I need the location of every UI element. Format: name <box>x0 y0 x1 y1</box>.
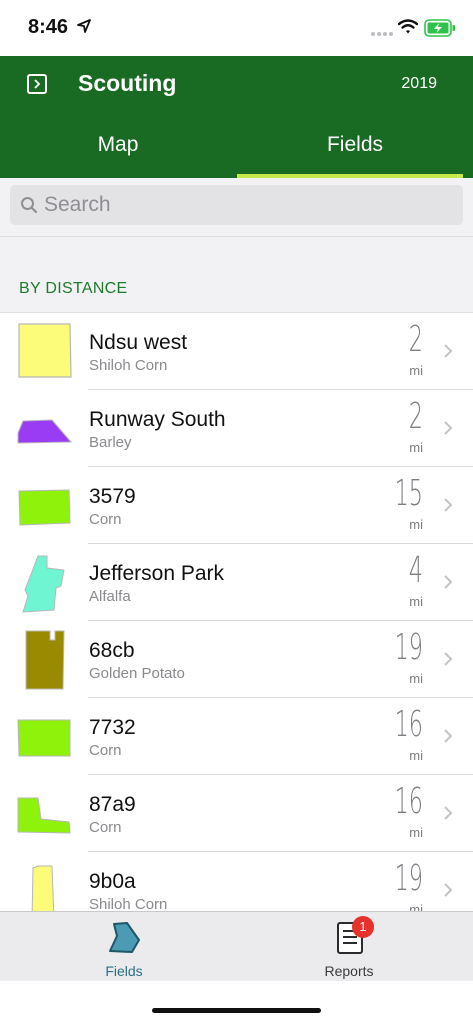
field-distance-unit: mi <box>409 363 423 378</box>
home-indicator[interactable] <box>152 1008 321 1013</box>
bottom-tab-bar: Fields 1 Reports <box>0 911 473 982</box>
signal-dots-icon <box>371 32 393 36</box>
field-distance: 2 <box>408 319 423 360</box>
app-header: Scouting 2019 Map Fields <box>0 56 473 178</box>
status-bar: 8:46 <box>0 0 473 56</box>
field-crop: Barley <box>89 434 132 451</box>
chevron-right-icon <box>444 575 453 589</box>
field-boundary-thumbnail <box>17 719 71 757</box>
chevron-right-icon <box>444 729 453 743</box>
field-distance-unit: mi <box>409 440 423 455</box>
sidebar-toggle-icon <box>34 79 41 89</box>
chevron-right-icon <box>444 421 453 435</box>
field-boundary-thumbnail <box>18 489 71 526</box>
field-name: 9b0a <box>89 870 136 893</box>
section-header: BY DISTANCE <box>0 237 473 313</box>
fields-tab-icon <box>109 922 140 953</box>
field-name: 68cb <box>89 639 135 662</box>
search-bar <box>0 178 473 237</box>
chevron-right-icon <box>444 498 453 512</box>
tab-bar-reports-label: Reports <box>324 963 374 979</box>
wifi-icon <box>398 19 418 34</box>
field-crop: Alfalfa <box>89 588 131 605</box>
field-distance: 16 <box>394 781 423 822</box>
field-boundary-thumbnail <box>31 865 55 911</box>
field-list: Ndsu west Shiloh Corn 2 mi Runway South … <box>0 313 473 911</box>
search-box[interactable] <box>10 185 463 225</box>
field-shape-5 <box>17 719 71 757</box>
field-boundary-thumbnail <box>17 419 73 444</box>
field-shape-0 <box>18 323 72 378</box>
year-selector[interactable]: 2019 <box>401 75 437 93</box>
field-distance: 2 <box>408 396 423 437</box>
list-item[interactable]: Runway South Barley 2 mi <box>0 390 473 467</box>
chevron-right-icon <box>444 344 453 358</box>
field-name: 3579 <box>89 485 136 508</box>
field-distance-unit: mi <box>409 902 423 911</box>
chevron-right-icon <box>444 806 453 820</box>
field-crop: Corn <box>89 742 122 759</box>
chevron-right-icon <box>444 652 453 666</box>
field-boundary-thumbnail <box>25 630 65 690</box>
field-boundary-thumbnail <box>17 797 71 834</box>
field-crop: Shiloh Corn <box>89 896 168 911</box>
home-indicator-area <box>0 981 473 1024</box>
field-distance: 19 <box>394 627 423 668</box>
list-item[interactable]: 3579 Corn 15 mi <box>0 467 473 544</box>
field-distance-unit: mi <box>409 825 423 840</box>
list-item[interactable]: 87a9 Corn 16 mi <box>0 775 473 852</box>
field-distance-unit: mi <box>409 671 423 686</box>
notification-badge: 1 <box>352 916 374 938</box>
field-boundary-thumbnail <box>22 555 65 613</box>
section-title: BY DISTANCE <box>19 280 128 297</box>
list-item[interactable]: 68cb Golden Potato 19 mi <box>0 621 473 698</box>
field-crop: Shiloh Corn <box>89 357 168 374</box>
field-distance: 16 <box>394 704 423 745</box>
status-time: 8:46 <box>28 16 69 38</box>
list-item[interactable]: Ndsu west Shiloh Corn 2 mi <box>0 313 473 390</box>
page-title: Scouting <box>78 70 177 96</box>
search-input[interactable] <box>44 185 444 225</box>
field-distance-unit: mi <box>409 594 423 609</box>
tab-bar-reports[interactable]: 1 Reports <box>231 912 467 982</box>
field-distance: 19 <box>394 858 423 899</box>
field-distance-unit: mi <box>409 517 423 532</box>
field-crop: Corn <box>89 511 122 528</box>
field-name: Ndsu west <box>89 331 188 354</box>
field-shape-7 <box>31 865 55 911</box>
field-name: 87a9 <box>89 793 136 816</box>
field-shape-6 <box>17 797 71 834</box>
tab-map[interactable]: Map <box>0 118 236 178</box>
list-item[interactable]: 9b0a Shiloh Corn 19 mi <box>0 852 473 911</box>
field-shape-4 <box>25 630 65 690</box>
field-shape-3 <box>22 555 65 613</box>
list-item[interactable]: Jefferson Park Alfalfa 4 mi <box>0 544 473 621</box>
field-boundary-thumbnail <box>18 323 72 378</box>
field-distance: 15 <box>394 473 423 514</box>
location-arrow-icon <box>77 19 91 33</box>
sidebar-toggle-button[interactable] <box>27 74 47 94</box>
tab-bar-fields[interactable]: Fields <box>6 912 242 982</box>
list-item[interactable]: 7732 Corn 16 mi <box>0 698 473 775</box>
field-shape-2 <box>18 489 71 526</box>
field-name: Runway South <box>89 408 226 431</box>
search-icon <box>21 197 38 214</box>
chevron-right-icon <box>444 883 453 897</box>
tab-bar-fields-label: Fields <box>105 963 143 979</box>
tab-fields[interactable]: Fields <box>237 118 473 178</box>
battery-charging-icon <box>424 19 455 37</box>
field-name: Jefferson Park <box>89 562 225 585</box>
field-distance: 4 <box>408 550 423 591</box>
field-distance-unit: mi <box>409 748 423 763</box>
field-crop: Golden Potato <box>89 665 185 682</box>
field-crop: Corn <box>89 819 122 836</box>
field-name: 7732 <box>89 716 136 739</box>
field-shape-1 <box>17 419 73 444</box>
